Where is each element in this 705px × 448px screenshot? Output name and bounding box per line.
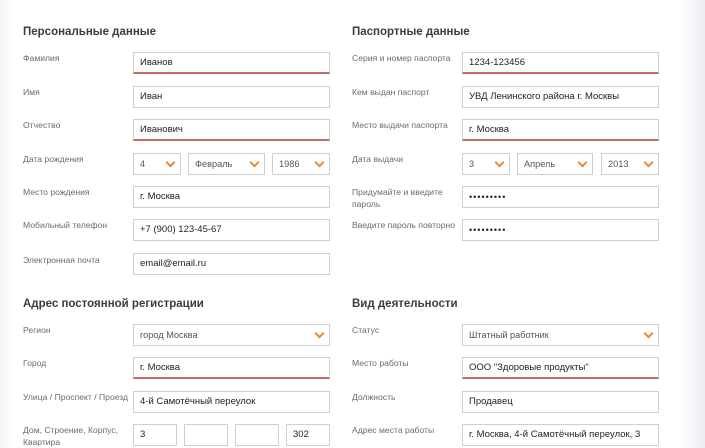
workplace-input[interactable]: ООО "Здоровые продукты" xyxy=(462,357,659,379)
password-input[interactable]: ••••••••• xyxy=(462,186,659,208)
birth-day-select[interactable]: 4 xyxy=(133,153,181,175)
passport-section-title: Паспортные данные xyxy=(352,26,470,38)
work-address-input[interactable]: г. Москва, 4-й Самотёчный переулок, 3 xyxy=(462,424,659,446)
work-address-label: Адрес места работы xyxy=(352,425,435,435)
corpus-input[interactable] xyxy=(235,424,279,446)
issue-month-value: Апрель xyxy=(524,159,556,169)
workplace-label: Место работы xyxy=(352,358,409,368)
region-value: город Москва xyxy=(140,330,198,340)
birthplace-label: Место рождения xyxy=(23,187,90,197)
issue-day-value: 3 xyxy=(469,159,475,169)
surname-label: Фамилия xyxy=(23,53,60,63)
flat-input[interactable]: 302 xyxy=(286,424,330,446)
chevron-down-icon xyxy=(314,157,325,168)
issue-date-label: Дата выдачи xyxy=(352,154,404,164)
issue-year-value: 2013 xyxy=(608,159,629,169)
activity-section-title: Вид деятельности xyxy=(352,298,458,310)
region-select[interactable]: город Москва xyxy=(133,324,330,346)
passport-place-label: Место выдачи паспорта xyxy=(352,120,448,130)
house-label: Дом, Строение, Корпус, Квартира xyxy=(23,425,119,447)
birth-year-select[interactable]: 1986 xyxy=(272,153,330,175)
status-select[interactable]: Штатный работник xyxy=(462,324,659,346)
city-label: Город xyxy=(23,358,47,368)
position-label: Должность xyxy=(352,392,396,402)
chevron-down-icon xyxy=(494,157,505,168)
position-input[interactable]: Продавец xyxy=(462,391,659,413)
surname-input[interactable]: Иванов xyxy=(133,52,330,74)
patronymic-label: Отчество xyxy=(23,120,61,130)
chevron-down-icon xyxy=(643,157,654,168)
issue-year-select[interactable]: 2013 xyxy=(601,153,659,175)
chevron-down-icon xyxy=(314,328,325,339)
patronymic-input[interactable]: Иванович xyxy=(133,119,330,141)
chevron-down-icon xyxy=(577,157,588,168)
house-input[interactable]: 3 xyxy=(133,424,177,446)
city-input[interactable]: г. Москва xyxy=(133,357,330,379)
building-input[interactable] xyxy=(184,424,228,446)
birth-day-value: 4 xyxy=(140,159,146,169)
password-label: Придумайте и введите пароль xyxy=(352,187,443,209)
registration-section-title: Адрес постоянной регистрации xyxy=(23,298,204,310)
passport-issuer-input[interactable]: УВД Ленинского района г. Москвы xyxy=(462,86,659,108)
status-value: Штатный работник xyxy=(469,330,549,340)
birth-month-value: Февраль xyxy=(195,159,233,169)
birthplace-input[interactable]: г. Москва xyxy=(133,186,330,208)
chevron-down-icon xyxy=(165,157,176,168)
birth-year-value: 1986 xyxy=(279,159,300,169)
email-input[interactable]: email@email.ru xyxy=(133,253,330,275)
name-label: Имя xyxy=(23,87,40,97)
passport-issuer-label: Кем выдан паспорт xyxy=(352,87,430,97)
chevron-down-icon xyxy=(249,157,260,168)
phone-input[interactable]: +7 (900) 123-45-67 xyxy=(133,219,330,241)
personal-section-title: Персональные данные xyxy=(23,26,156,38)
passport-place-input[interactable]: г. Москва xyxy=(462,119,659,141)
birthdate-label: Дата рождения xyxy=(23,154,84,164)
passport-number-input[interactable]: 1234-123456 xyxy=(462,52,659,74)
status-label: Статус xyxy=(352,325,380,335)
email-label: Электронная почта xyxy=(23,255,100,265)
password-repeat-label: Введите пароль повторно xyxy=(352,220,456,230)
street-input[interactable]: 4-й Самотёчный переулок xyxy=(133,391,330,413)
passport-number-label: Серия и номер паспорта xyxy=(352,53,451,63)
region-label: Регион xyxy=(23,325,51,335)
issue-day-select[interactable]: 3 xyxy=(462,153,510,175)
street-label: Улица / Проспект / Проезд xyxy=(23,392,129,402)
birth-month-select[interactable]: Февраль xyxy=(188,153,265,175)
chevron-down-icon xyxy=(643,328,654,339)
password-repeat-input[interactable]: ••••••••• xyxy=(462,219,659,241)
issue-month-select[interactable]: Апрель xyxy=(517,153,593,175)
name-input[interactable]: Иван xyxy=(133,86,330,108)
phone-label: Мобильный телефон xyxy=(23,220,108,230)
